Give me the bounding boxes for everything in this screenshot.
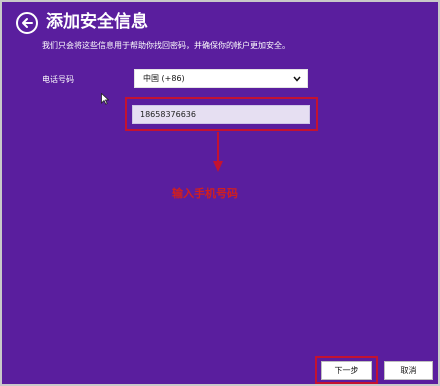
back-arrow-icon xyxy=(22,18,33,28)
mouse-cursor-icon xyxy=(101,93,109,105)
page-description: 我们只会将这些信息用于帮助你找回密码，并确保你的帐户更加安全。 xyxy=(42,41,290,50)
chevron-down-icon xyxy=(293,76,301,82)
down-arrow-icon xyxy=(213,132,223,172)
page-title: 添加安全信息 xyxy=(46,12,148,32)
cancel-button[interactable]: 取消 xyxy=(384,361,433,380)
phone-number-input[interactable] xyxy=(132,105,310,124)
country-code-select[interactable]: 中国 (+86) xyxy=(134,69,308,88)
next-button[interactable]: 下一步 xyxy=(321,361,372,380)
phone-number-label: 电话号码 xyxy=(42,75,74,84)
country-code-value: 中国 (+86) xyxy=(143,74,185,83)
annotation-label: 输入手机号码 xyxy=(172,187,238,200)
back-button[interactable] xyxy=(16,12,38,34)
add-security-info-screen: 添加安全信息 我们只会将这些信息用于帮助你找回密码，并确保你的帐户更加安全。 电… xyxy=(0,0,440,386)
